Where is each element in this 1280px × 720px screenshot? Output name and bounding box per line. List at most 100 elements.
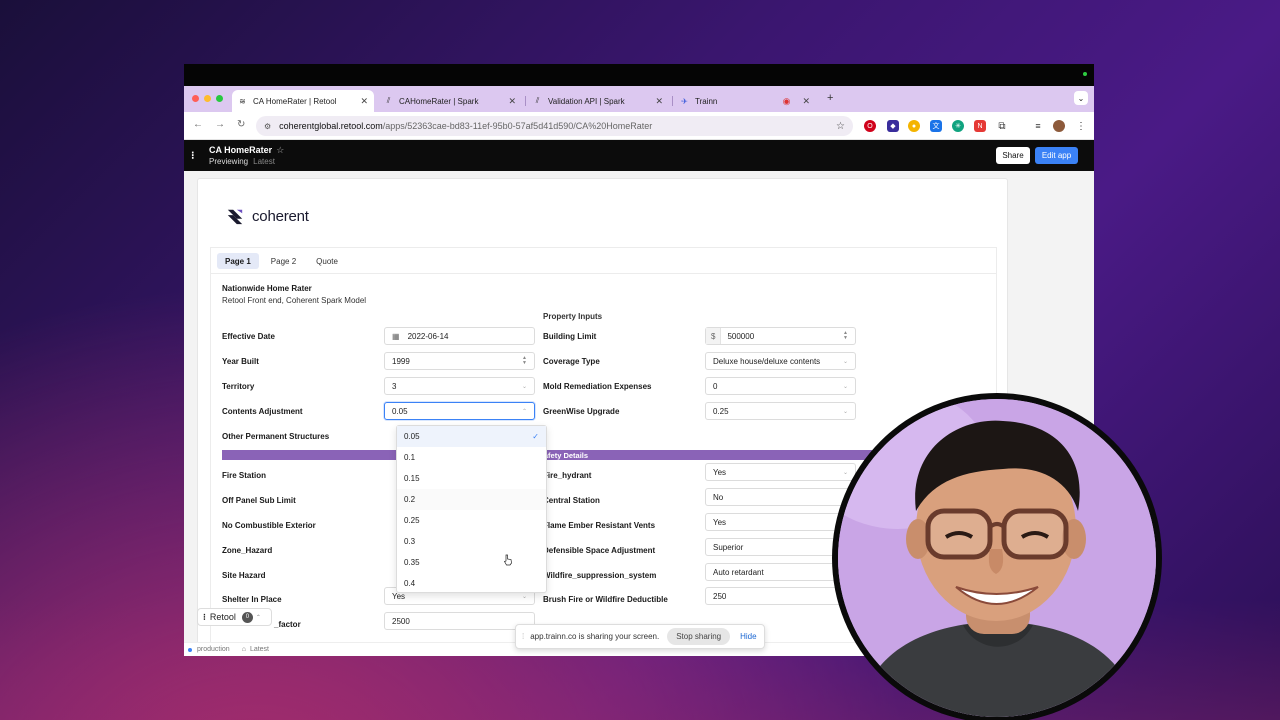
presenter-illustration [838,399,1156,717]
dropdown-option[interactable]: 0.35 [397,552,546,573]
fire-station-label: Fire Station [222,471,267,480]
flame-ember-vents-label: Flame Ember Resistant Vents [543,521,656,530]
stepper-icon[interactable]: ▲ ▼ [843,331,848,341]
fire-hydrant-select[interactable]: Yes ⌄ [705,463,856,481]
dropdown-option[interactable]: 0.15 [397,468,546,489]
window-controls [192,95,223,102]
browser-menu-icon[interactable]: ⋮ [1075,120,1087,132]
close-tab-icon[interactable]: ✕ [508,96,516,107]
currency-prefix: $ [706,328,722,344]
brush-fire-deductible-select[interactable]: 250 [705,587,856,605]
dropdown-option[interactable]: 0.4 [397,573,546,594]
tab-divider [672,96,673,106]
tab-page-1[interactable]: Page 1 [217,253,259,269]
new-extension-icon[interactable]: N [974,120,986,132]
tab-cahomerater-spark[interactable]: ⫽ CAHomeRater | Spark ✕ [378,90,522,112]
forward-arrow-icon[interactable]: → [215,119,225,130]
dropdown-option[interactable]: 0.25 [397,510,546,531]
greenwise-upgrade-select[interactable]: 0.25 ⌄ [705,402,856,420]
other-permanent-structures-label: Other Permanent Structures [222,432,330,441]
site-settings-icon[interactable]: ⚙ [264,122,271,131]
version-text: Latest [253,157,275,166]
retool-debug-chip[interactable]: ⁝ Retool 0 ⌃ [197,608,272,626]
url-host: coherentglobal.retool.com [279,121,383,131]
coverage-type-value: Deluxe house/deluxe contents [713,356,821,366]
tab-trainn[interactable]: ✈ Trainn ◉ ✕ [674,90,816,112]
contents-adjustment-select[interactable]: 0.05 ⌃ [384,402,535,420]
wildfire-suppression-label: Wildfire_suppression_system [543,571,657,580]
dropdown-option[interactable]: 0.05 ✓ [397,426,546,447]
edit-app-button[interactable]: Edit app [1035,147,1078,164]
close-tab-icon[interactable]: ✕ [655,96,663,107]
territory-value: 3 [392,381,397,391]
flame-ember-vents-select[interactable]: Yes [705,513,856,531]
bookmark-star-icon[interactable]: ☆ [836,121,845,132]
opera-extension-icon[interactable]: O [864,120,876,132]
url-text: coherentglobal.retool.com/apps/52363cae-… [279,121,836,131]
option-text: 0.3 [404,537,416,546]
minimize-window-button[interactable] [204,95,211,102]
mode-text: Previewing [209,157,249,166]
brush-fire-deductible-value: 250 [713,591,727,601]
tabs-divider [211,273,997,274]
close-tab-icon[interactable]: ✕ [360,96,368,107]
camera-indicator [1083,72,1087,76]
url-path: /apps/52363cae-bd83-11ef-95b0-57af5d41d5… [382,121,653,131]
close-tab-icon[interactable]: ✕ [802,96,810,107]
reading-list-icon[interactable]: ≡ [1032,120,1044,132]
share-button[interactable]: Share [996,147,1030,164]
effective-date-field[interactable]: ▦ 2022-06-14 [384,327,535,345]
section-subtitle: Retool Front end, Coherent Spark Model [222,296,367,305]
dropdown-option[interactable]: 0.3 [397,531,546,552]
coverage-type-select[interactable]: Deluxe house/deluxe contents ⌄ [705,352,856,370]
app-name-text: CA HomeRater [209,145,273,155]
site-hazard-label: Site Hazard [222,571,266,580]
url-field[interactable]: ⚙ coherentglobal.retool.com/apps/52363ca… [256,116,853,136]
extension-colorful-icon[interactable]: ● [908,120,920,132]
profile-avatar[interactable] [1053,120,1065,132]
translate-extension-icon[interactable]: 文 [930,120,942,132]
coverage-type-label: Coverage Type [543,357,600,366]
tab-page-2[interactable]: Page 2 [263,253,304,269]
webcam-overlay [832,393,1162,720]
central-station-select[interactable]: No [705,488,856,506]
extensions-puzzle-icon[interactable]: ⧉ [996,120,1008,132]
building-limit-field[interactable]: $ 500000 ▲ ▼ [705,327,856,345]
hide-button[interactable]: Hide [740,632,756,641]
tab-ca-homerater-retool[interactable]: ≋ CA HomeRater | Retool ✕ [232,90,374,112]
footer-version-label[interactable]: Latest [250,646,269,653]
stepper-icon[interactable]: ▲ ▼ [522,356,527,366]
tab-search-chevron-icon[interactable]: ⌄ [1074,91,1088,105]
chatgpt-extension-icon[interactable]: ✳ [952,120,964,132]
maximize-window-button[interactable] [216,95,223,102]
tab-quote[interactable]: Quote [308,253,346,269]
year-built-field[interactable]: 1999 ▲ ▼ [384,352,535,370]
chevron-down-icon: ⌄ [842,469,848,476]
option-text: 0.35 [404,558,420,567]
building-limit-label: Building Limit [543,332,597,341]
contents-adjustment-value: 0.05 [392,406,408,416]
retool-logo-icon[interactable]: ⁝ [191,149,195,162]
drag-handle-icon[interactable]: ⁞ [522,632,524,641]
tab-validation-api-spark[interactable]: ⫽ Validation API | Spark ✕ [527,90,669,112]
dropdown-option[interactable]: 0.2 [397,489,546,510]
favorite-star-icon[interactable]: ☆ [276,145,284,155]
territory-select[interactable]: 3 ⌄ [384,377,535,395]
chevron-down-icon: ⌄ [842,358,848,365]
new-tab-icon[interactable]: + [827,92,833,104]
reload-icon[interactable]: ↻ [237,119,245,130]
stop-sharing-button[interactable]: Stop sharing [667,628,731,645]
mold-remediation-select[interactable]: 0 ⌄ [705,377,856,395]
property-inputs-heading: Property Inputs [543,312,603,321]
central-station-label: Central Station [543,496,600,505]
back-arrow-icon[interactable]: ← [193,119,203,130]
environment-label[interactable]: production [197,646,230,653]
dropdown-option[interactable]: 0.1 [397,447,546,468]
factor-field[interactable]: 2500 [384,612,535,630]
option-text: 0.15 [404,474,420,483]
mold-remediation-value: 0 [713,381,718,391]
extension-badge-icon[interactable]: ◆ [887,120,899,132]
option-text: 0.4 [404,579,416,588]
close-window-button[interactable] [192,95,199,102]
coherent-favicon-icon: ⫽ [386,96,391,105]
